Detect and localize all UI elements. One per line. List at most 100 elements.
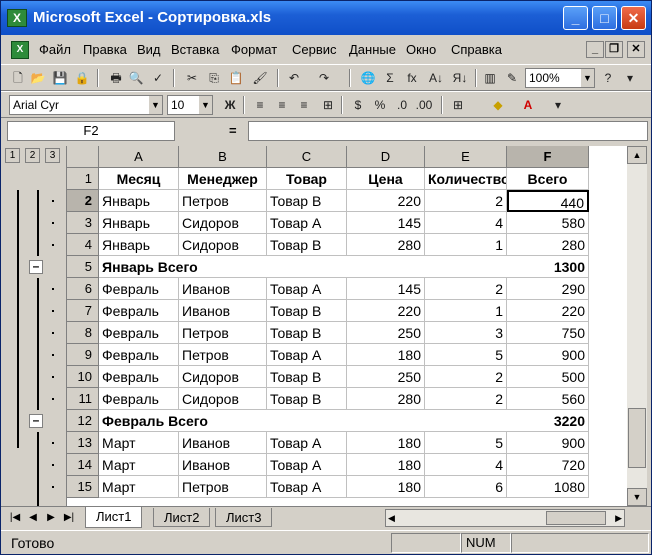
cell-d8[interactable]: 250	[347, 322, 425, 344]
menu-help[interactable]: Справка	[451, 42, 502, 57]
redo-icon[interactable]: ↷	[315, 69, 333, 87]
cell-d1[interactable]: Цена	[347, 168, 425, 190]
scroll-down-icon[interactable]: ▼	[627, 488, 647, 506]
formula-equals[interactable]: =	[229, 123, 237, 138]
tab-sheet1[interactable]: Лист1	[85, 507, 143, 528]
format-painter-icon[interactable]: 🖌	[251, 69, 269, 87]
document-icon[interactable]: X	[11, 41, 29, 59]
row-header-13[interactable]: 13	[67, 432, 99, 454]
align-left-icon[interactable]: ≡	[251, 96, 269, 114]
tab-sheet3[interactable]: Лист3	[215, 508, 273, 527]
row-header-5[interactable]: 5	[67, 256, 99, 278]
first-sheet-icon[interactable]: |◀	[7, 509, 23, 526]
increase-decimal-icon[interactable]: .0	[393, 96, 411, 114]
column-header-a[interactable]: A	[99, 146, 179, 168]
hyperlink-icon[interactable]: 🌐	[359, 69, 377, 87]
cell-e3[interactable]: 4	[425, 212, 507, 234]
cell-e7[interactable]: 1	[425, 300, 507, 322]
column-header-f[interactable]: F	[507, 146, 589, 168]
outline-level-2-button[interactable]: 2	[25, 148, 40, 163]
cell-b2[interactable]: Петров	[179, 190, 267, 212]
cell-b13[interactable]: Иванов	[179, 432, 267, 454]
decrease-decimal-icon[interactable]: .00	[415, 96, 433, 114]
cell-e6[interactable]: 2	[425, 278, 507, 300]
cell-d4[interactable]: 280	[347, 234, 425, 256]
row-header-1[interactable]: 1	[67, 168, 99, 190]
cell-e10[interactable]: 2	[425, 366, 507, 388]
cell-a14[interactable]: Март	[99, 454, 179, 476]
menu-file[interactable]: Файл	[39, 42, 71, 57]
align-center-icon[interactable]: ≡	[273, 96, 291, 114]
drawing-icon[interactable]: ✎	[503, 69, 521, 87]
cell-c15[interactable]: Товар А	[267, 476, 347, 498]
row-header-10[interactable]: 10	[67, 366, 99, 388]
cell-c10[interactable]: Товар В	[267, 366, 347, 388]
cell-f14[interactable]: 720	[507, 454, 589, 476]
maximize-button[interactable]: □	[592, 6, 617, 30]
cell-c1[interactable]: Товар	[267, 168, 347, 190]
copy-icon[interactable]: ⎘	[205, 69, 223, 87]
collapse-february-button[interactable]: –	[29, 414, 43, 428]
doc-restore-button[interactable]: ❐	[605, 41, 623, 58]
cell-a11[interactable]: Февраль	[99, 388, 179, 410]
cell-d2[interactable]: 220	[347, 190, 425, 212]
spelling-icon[interactable]: ✓	[149, 69, 167, 87]
cell-f12[interactable]: 3220	[507, 410, 589, 432]
cell-a13[interactable]: Март	[99, 432, 179, 454]
chevron-down-icon[interactable]: ▼	[148, 96, 162, 114]
scroll-left-icon[interactable]: ◀	[388, 510, 395, 526]
cell-d9[interactable]: 180	[347, 344, 425, 366]
cell-f9[interactable]: 900	[507, 344, 589, 366]
cell-d10[interactable]: 250	[347, 366, 425, 388]
cell-c11[interactable]: Товар В	[267, 388, 347, 410]
fill-color-icon[interactable]: ◆	[489, 96, 507, 114]
cell-b10[interactable]: Сидоров	[179, 366, 267, 388]
cell-d14[interactable]: 180	[347, 454, 425, 476]
cell-f10[interactable]: 500	[507, 366, 589, 388]
cell-e2[interactable]: 2	[425, 190, 507, 212]
last-sheet-icon[interactable]: ▶|	[61, 509, 77, 526]
cell-d13[interactable]: 180	[347, 432, 425, 454]
cell-c14[interactable]: Товар А	[267, 454, 347, 476]
cell-a9[interactable]: Февраль	[99, 344, 179, 366]
cell-e11[interactable]: 2	[425, 388, 507, 410]
cell-a6[interactable]: Февраль	[99, 278, 179, 300]
zoom-select[interactable]: 100% ▼	[525, 68, 595, 88]
menu-window[interactable]: Окно	[406, 42, 436, 57]
cell-f7[interactable]: 220	[507, 300, 589, 322]
chevron-down-icon[interactable]: ▼	[198, 96, 212, 114]
tab-sheet2[interactable]: Лист2	[153, 508, 211, 527]
currency-icon[interactable]: $	[349, 96, 367, 114]
column-header-b[interactable]: B	[179, 146, 267, 168]
cell-e5[interactable]	[425, 256, 507, 278]
align-right-icon[interactable]: ≡	[295, 96, 313, 114]
row-header-8[interactable]: 8	[67, 322, 99, 344]
menu-tools[interactable]: Сервис	[292, 42, 337, 57]
percent-icon[interactable]: %	[371, 96, 389, 114]
row-header-3[interactable]: 3	[67, 212, 99, 234]
cell-a5[interactable]: Январь Всего	[99, 256, 198, 278]
cell-e14[interactable]: 4	[425, 454, 507, 476]
cell-b4[interactable]: Сидоров	[179, 234, 267, 256]
horizontal-scrollbar[interactable]: ◀ ▶	[385, 509, 625, 527]
cell-d15[interactable]: 180	[347, 476, 425, 498]
borders-icon[interactable]: ⊞	[449, 96, 467, 114]
merge-center-icon[interactable]: ⊞	[319, 96, 337, 114]
row-header-12[interactable]: 12	[67, 410, 99, 432]
save-icon[interactable]: 💾	[51, 69, 69, 87]
name-box[interactable]: F2	[7, 121, 175, 141]
cell-f8[interactable]: 750	[507, 322, 589, 344]
worksheet-grid[interactable]: ABCDEF 1 Месяц Менеджер Товар Цена Количество…	[67, 146, 627, 506]
row-header-6[interactable]: 6	[67, 278, 99, 300]
chart-wizard-icon[interactable]: ▥	[481, 69, 499, 87]
sort-descending-icon[interactable]: Я↓	[451, 69, 469, 87]
cell-e13[interactable]: 5	[425, 432, 507, 454]
chevron-down-icon[interactable]: ▼	[580, 69, 594, 87]
excel-app-icon[interactable]: X	[7, 9, 27, 27]
outline-level-1-button[interactable]: 1	[5, 148, 20, 163]
cell-c3[interactable]: Товар А	[267, 212, 347, 234]
sort-ascending-icon[interactable]: A↓	[427, 69, 445, 87]
horizontal-scroll-thumb[interactable]	[546, 511, 606, 525]
cell-b15[interactable]: Петров	[179, 476, 267, 498]
row-header-7[interactable]: 7	[67, 300, 99, 322]
